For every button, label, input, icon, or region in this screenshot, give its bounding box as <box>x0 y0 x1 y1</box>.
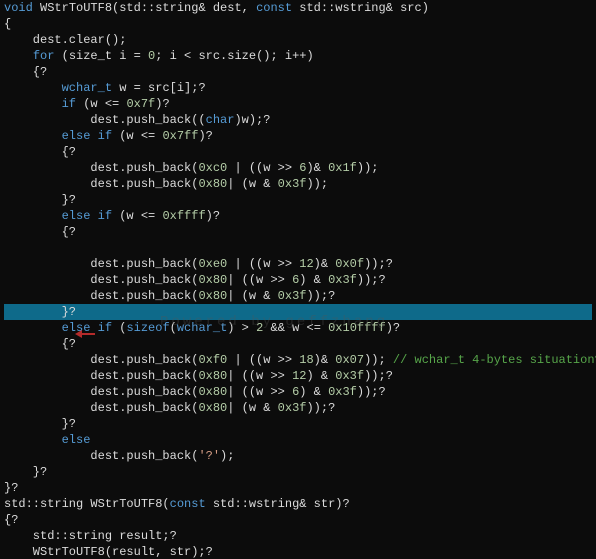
code-line-21[interactable]: {? <box>4 336 592 352</box>
code-line-18[interactable]: dest.push_back(0x80| (w & 0x3f));? <box>4 288 592 304</box>
code-line-30[interactable]: }? <box>4 480 592 496</box>
code-line-3[interactable]: for (size_t i = 0; i < src.size(); i++) <box>4 48 592 64</box>
code-line-24[interactable]: dest.push_back(0x80| ((w >> 6) & 0x3f));… <box>4 384 592 400</box>
code-line-4[interactable]: {? <box>4 64 592 80</box>
code-line-32[interactable]: {? <box>4 512 592 528</box>
code-line-1[interactable]: { <box>4 16 592 32</box>
code-line-27[interactable]: else <box>4 432 592 448</box>
code-line-9[interactable]: {? <box>4 144 592 160</box>
code-line-34[interactable]: WStrToUTF8(result, str);? <box>4 544 592 559</box>
code-line-16[interactable]: dest.push_back(0xe0 | ((w >> 12)& 0x0f))… <box>4 256 592 272</box>
code-editor[interactable]: void WStrToUTF8(std::string& dest, const… <box>0 0 596 559</box>
code-line-23[interactable]: dest.push_back(0x80| ((w >> 12) & 0x3f))… <box>4 368 592 384</box>
code-line-0[interactable]: void WStrToUTF8(std::string& dest, const… <box>4 0 592 16</box>
code-line-15[interactable] <box>4 240 592 256</box>
code-line-20[interactable]: else if (sizeof(wchar_t) > 2 && w <= 0x1… <box>4 320 592 336</box>
code-line-25[interactable]: dest.push_back(0x80| (w & 0x3f));? <box>4 400 592 416</box>
code-line-13[interactable]: else if (w <= 0xffff)? <box>4 208 592 224</box>
code-line-7[interactable]: dest.push_back((char)w);? <box>4 112 592 128</box>
code-line-28[interactable]: dest.push_back('?'); <box>4 448 592 464</box>
code-line-31[interactable]: std::string WStrToUTF8(const std::wstrin… <box>4 496 592 512</box>
code-line-22[interactable]: dest.push_back(0xf0 | ((w >> 18)& 0x07))… <box>4 352 592 368</box>
code-line-26[interactable]: }? <box>4 416 592 432</box>
code-line-33[interactable]: std::string result;? <box>4 528 592 544</box>
code-line-19[interactable]: }? <box>4 304 592 320</box>
code-line-14[interactable]: {? <box>4 224 592 240</box>
code-line-5[interactable]: wchar_t w = src[i];? <box>4 80 592 96</box>
code-line-11[interactable]: dest.push_back(0x80| (w & 0x3f)); <box>4 176 592 192</box>
code-line-10[interactable]: dest.push_back(0xc0 | ((w >> 6)& 0x1f)); <box>4 160 592 176</box>
code-line-8[interactable]: else if (w <= 0x7ff)? <box>4 128 592 144</box>
code-line-17[interactable]: dest.push_back(0x80| ((w >> 6) & 0x3f));… <box>4 272 592 288</box>
code-line-12[interactable]: }? <box>4 192 592 208</box>
code-line-29[interactable]: }? <box>4 464 592 480</box>
code-line-2[interactable]: dest.clear(); <box>4 32 592 48</box>
code-line-6[interactable]: if (w <= 0x7f)? <box>4 96 592 112</box>
